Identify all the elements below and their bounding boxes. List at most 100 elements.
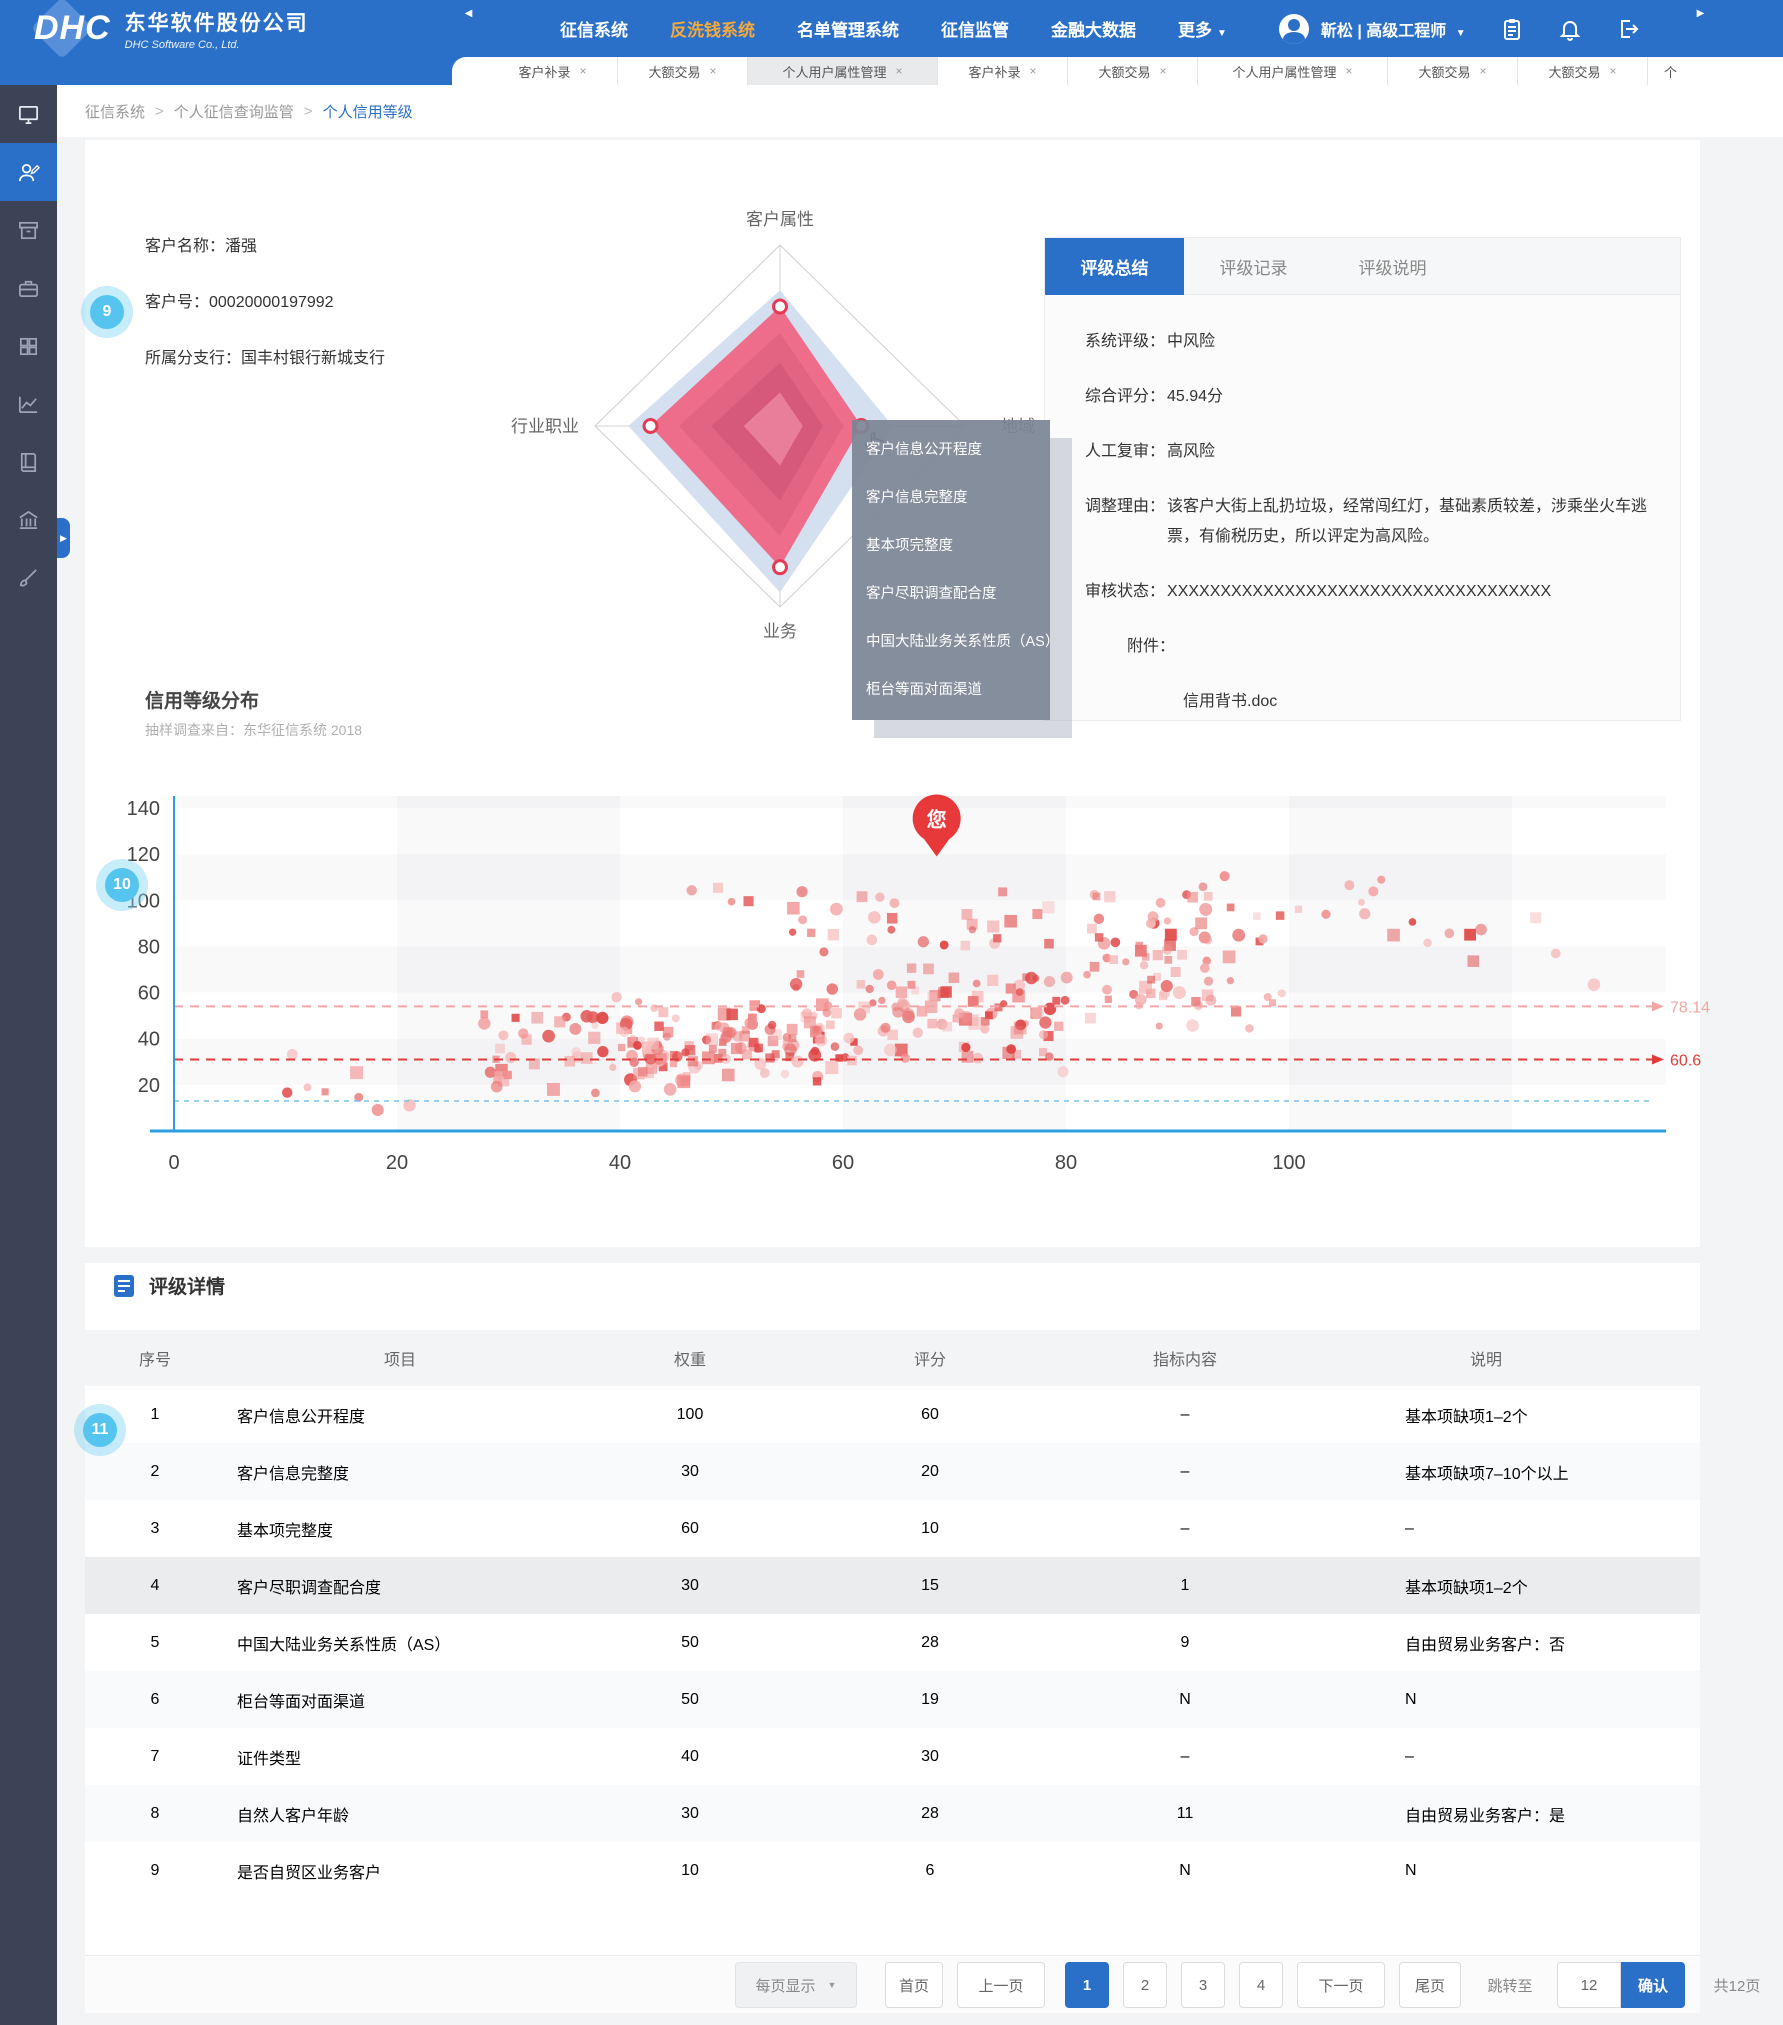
cell-8-2: 30 xyxy=(575,1805,805,1823)
table-row-4[interactable]: 4客户尽职调查配合度30151基本项缺项1–2个 xyxy=(85,1557,1700,1614)
cell-1-3: 60 xyxy=(805,1406,1055,1424)
table-row-5[interactable]: 5中国大陆业务关系性质（AS）50289自由贸易业务客户：否 xyxy=(85,1614,1700,1671)
open-tab-5[interactable]: 个人用户属性管理× xyxy=(1198,57,1388,85)
open-tab-0[interactable]: 客户补录× xyxy=(488,57,618,85)
dropdown-item-4[interactable]: 中国大陆业务关系性质（AS） xyxy=(852,618,1050,666)
user-avatar[interactable] xyxy=(1279,14,1309,44)
breadcrumb-item-1[interactable]: 个人征信查询监管 xyxy=(174,101,294,122)
cell-7-3: 30 xyxy=(805,1748,1055,1766)
document-icon xyxy=(113,1274,135,1298)
jump-to-input[interactable]: 12 xyxy=(1557,1962,1621,2008)
col-header-0: 序号 xyxy=(85,1346,225,1370)
col-header-2: 权重 xyxy=(575,1346,805,1370)
per-page-select[interactable]: 每页显示▼ xyxy=(735,1962,857,2008)
sidebar-item-brush[interactable] xyxy=(0,549,57,607)
table-row-2[interactable]: 2客户信息完整度3020–基本项缺项7–10个以上 xyxy=(85,1443,1700,1500)
sidebar-item-desktop[interactable] xyxy=(0,85,57,143)
clipboard-icon[interactable] xyxy=(1500,17,1524,41)
breadcrumb-item-2: 个人信用等级 xyxy=(323,101,413,122)
cell-4-5: 基本项缺项1–2个 xyxy=(1315,1574,1700,1598)
panel-tab-2[interactable]: 评级说明 xyxy=(1323,238,1462,295)
open-tab-1[interactable]: 大额交易× xyxy=(618,57,748,85)
table-row-1[interactable]: 1客户信息公开程度10060–基本项缺项1–2个 xyxy=(85,1386,1700,1443)
dropdown-item-1[interactable]: 客户信息完整度 xyxy=(852,474,1050,522)
nav-item-1[interactable]: 反洗钱系统 xyxy=(670,16,755,41)
sidebar-expander[interactable]: ▶ xyxy=(57,518,70,558)
dropdown-item-0[interactable]: 客户信息公开程度 xyxy=(852,426,1050,474)
total-pages-label: 共12页 xyxy=(1697,1962,1777,2008)
nav-item-0[interactable]: 征信系统 xyxy=(560,16,628,41)
sidebar-item-personal-credit[interactable] xyxy=(0,143,57,201)
sidebar-item-bank[interactable] xyxy=(0,491,57,549)
sidebar-item-briefcase[interactable] xyxy=(0,259,57,317)
attachment-file[interactable]: 信用背书.doc xyxy=(1085,687,1652,717)
close-icon[interactable]: × xyxy=(1160,64,1167,78)
breadcrumb-item-0[interactable]: 征信系统 xyxy=(85,101,145,122)
close-icon[interactable]: × xyxy=(710,64,717,78)
sidebar-item-notebook[interactable] xyxy=(0,433,57,491)
radar-vertex-marker-2[interactable] xyxy=(774,561,787,574)
tab-scroll-left-button[interactable]: ◀ xyxy=(458,3,479,24)
close-icon[interactable]: × xyxy=(580,64,587,78)
sidebar-item-line-chart[interactable] xyxy=(0,375,57,433)
table-row-7[interactable]: 7证件类型4030–– xyxy=(85,1728,1700,1785)
dropdown-item-2[interactable]: 基本项完整度 xyxy=(852,522,1050,570)
panel-tab-1[interactable]: 评级记录 xyxy=(1184,238,1323,295)
sidebar-item-archive[interactable] xyxy=(0,201,57,259)
last-page-button[interactable]: 尾页 xyxy=(1399,1962,1461,2008)
tab-scroll-right-button[interactable]: ▶ xyxy=(1690,3,1711,24)
confirm-jump-button[interactable]: 确认 xyxy=(1621,1962,1685,2008)
page-number-2[interactable]: 2 xyxy=(1123,1962,1167,2008)
open-tab-2[interactable]: 个人用户属性管理× xyxy=(748,57,938,85)
close-icon[interactable]: × xyxy=(1346,64,1353,78)
nav-item-5[interactable]: 更多▼ xyxy=(1178,16,1227,41)
first-page-button[interactable]: 首页 xyxy=(885,1962,943,2008)
user-name[interactable]: 靳松 | 高级工程师 ▼ xyxy=(1321,17,1466,41)
radar-vertex-marker-3[interactable] xyxy=(644,420,657,433)
top-navbar: DHC 东华软件股份公司 DHC Software Co., Ltd. 征信系统… xyxy=(0,0,1783,57)
logout-icon[interactable] xyxy=(1616,17,1640,41)
dropdown-item-3[interactable]: 客户尽职调查配合度 xyxy=(852,570,1050,618)
ref-line-label-0: 78.14 xyxy=(1670,999,1710,1016)
close-icon[interactable]: × xyxy=(1610,64,1617,78)
cell-9-5: N xyxy=(1315,1862,1700,1880)
cell-9-3: 6 xyxy=(805,1862,1055,1880)
cell-6-0: 6 xyxy=(85,1691,225,1709)
credit-distribution-scatter-chart: 78.1460.620406080100120140020406080100您 xyxy=(0,780,1783,1200)
nav-item-3[interactable]: 征信监管 xyxy=(941,16,1009,41)
table-row-3[interactable]: 3基本项完整度6010–– xyxy=(85,1500,1700,1557)
page-number-3[interactable]: 3 xyxy=(1181,1962,1225,2008)
radar-axis-label-2: 业务 xyxy=(763,622,797,641)
nav-item-4[interactable]: 金融大数据 xyxy=(1051,16,1136,41)
cell-7-5: – xyxy=(1315,1748,1700,1766)
open-tab-8[interactable]: 个 xyxy=(1648,57,1693,85)
open-tab-7[interactable]: 大额交易× xyxy=(1518,57,1648,85)
cell-3-3: 10 xyxy=(805,1520,1055,1538)
open-tab-6[interactable]: 大额交易× xyxy=(1388,57,1518,85)
panel-field-5: 附件： xyxy=(1085,632,1652,662)
close-icon[interactable]: × xyxy=(1480,64,1487,78)
cell-7-2: 40 xyxy=(575,1748,805,1766)
table-row-9[interactable]: 9是否自贸区业务客户106NN xyxy=(85,1842,1700,1899)
table-row-6[interactable]: 6柜台等面对面渠道5019NN xyxy=(85,1671,1700,1728)
close-icon[interactable]: × xyxy=(1030,64,1037,78)
page-number-1[interactable]: 1 xyxy=(1065,1962,1109,2008)
cell-8-1: 自然人客户年龄 xyxy=(225,1802,575,1826)
table-row-8[interactable]: 8自然人客户年龄302811自由贸易业务客户：是 xyxy=(85,1785,1700,1842)
sidebar-item-dashboard[interactable] xyxy=(0,317,57,375)
dropdown-item-5[interactable]: 柜台等面对面渠道 xyxy=(852,666,1050,714)
cell-1-5: 基本项缺项1–2个 xyxy=(1315,1403,1700,1427)
close-icon[interactable]: × xyxy=(896,64,903,78)
cell-8-4: 11 xyxy=(1055,1805,1315,1823)
prev-page-button[interactable]: 上一页 xyxy=(957,1962,1045,2008)
open-tab-4[interactable]: 大额交易× xyxy=(1068,57,1198,85)
nav-item-2[interactable]: 名单管理系统 xyxy=(797,16,899,41)
bell-icon[interactable] xyxy=(1558,17,1582,41)
page-number-4[interactable]: 4 xyxy=(1239,1962,1283,2008)
annotation-badge-10: 10 xyxy=(105,868,139,902)
next-page-button[interactable]: 下一页 xyxy=(1297,1962,1385,2008)
panel-tab-0[interactable]: 评级总结 xyxy=(1045,238,1184,295)
radar-vertex-marker-0[interactable] xyxy=(774,300,787,313)
open-tab-3[interactable]: 客户补录× xyxy=(938,57,1068,85)
rating-detail-table: 序号项目权重评分指标内容说明1客户信息公开程度10060–基本项缺项1–2个2客… xyxy=(85,1330,1700,1899)
